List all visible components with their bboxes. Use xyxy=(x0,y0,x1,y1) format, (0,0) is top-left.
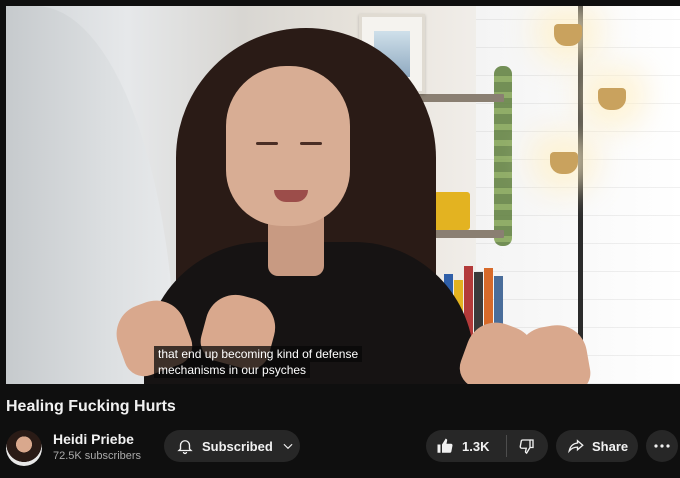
like-count: 1.3K xyxy=(462,438,490,454)
more-horizontal-icon xyxy=(654,444,670,448)
video-scene-plant xyxy=(494,66,512,246)
channel-avatar[interactable] xyxy=(6,430,42,466)
dislike-button[interactable] xyxy=(507,430,547,462)
share-label: Share xyxy=(592,438,629,454)
more-actions-button[interactable] xyxy=(646,430,678,462)
like-button[interactable]: 1.3K xyxy=(426,430,506,462)
thumbs-up-icon xyxy=(436,437,454,455)
video-player[interactable]: that end up becoming kind of defense mec… xyxy=(6,6,680,384)
video-captions: that end up becoming kind of defense mec… xyxy=(154,346,363,378)
chevron-down-icon xyxy=(281,439,295,453)
video-scene-lamp xyxy=(554,24,582,46)
video-scene-mug xyxy=(434,192,470,230)
thumbs-down-icon xyxy=(518,437,536,455)
subscribed-button[interactable]: Subscribed xyxy=(164,430,300,462)
channel-name[interactable]: Heidi Priebe xyxy=(53,431,134,447)
video-scene-lamp-pole xyxy=(578,6,583,384)
video-scene-lamp xyxy=(598,88,626,110)
like-dislike-group: 1.3K xyxy=(426,430,548,462)
share-button[interactable]: Share xyxy=(556,430,638,462)
video-scene-face xyxy=(226,66,350,226)
video-title: Healing Fucking Hurts xyxy=(6,398,176,415)
bell-icon xyxy=(176,437,194,455)
subscriber-count: 72.5K subscribers xyxy=(53,450,142,462)
video-scene-lamp xyxy=(550,152,578,174)
caption-line: that end up becoming kind of defense xyxy=(154,346,363,362)
subscribed-label: Subscribed xyxy=(202,438,273,454)
share-arrow-icon xyxy=(566,437,586,455)
caption-line: mechanisms in our psyches xyxy=(154,362,311,378)
